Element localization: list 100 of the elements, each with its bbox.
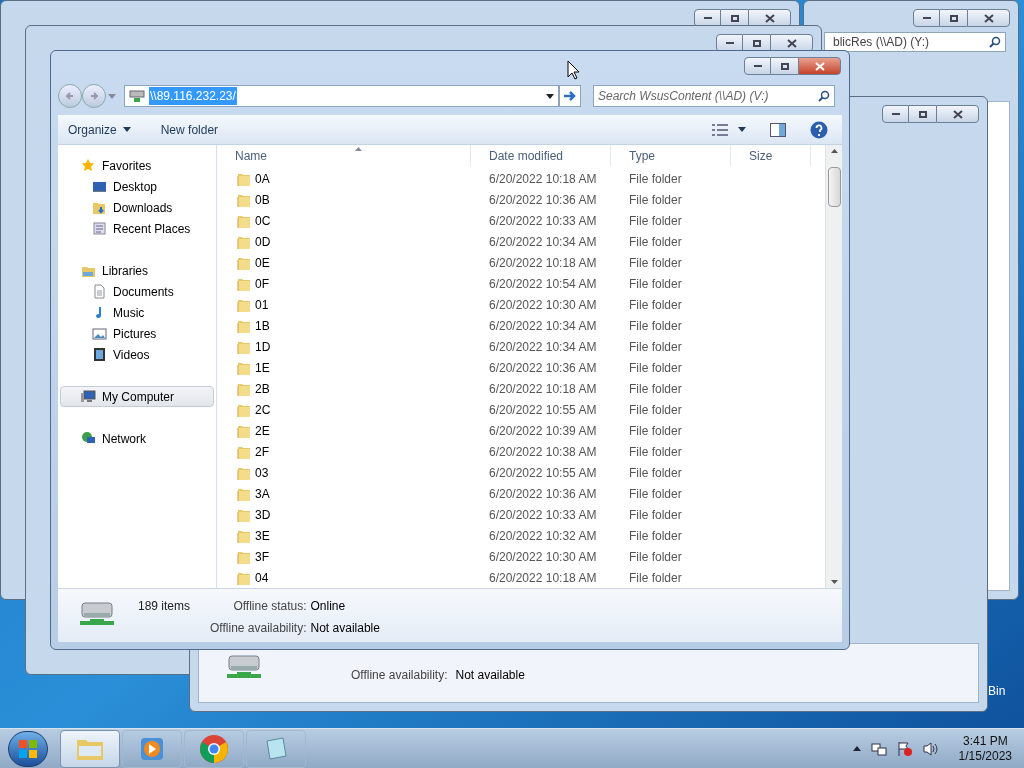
file-type: File folder <box>628 191 683 209</box>
file-name[interactable]: 01 <box>255 295 269 314</box>
scroll-down-icon[interactable] <box>830 580 838 584</box>
monitor-icon <box>92 179 107 194</box>
column-header[interactable]: Size <box>731 145 811 166</box>
file-name[interactable]: 0B <box>255 190 270 209</box>
network-drive-icon <box>129 89 145 103</box>
back-arrow-icon <box>65 91 75 101</box>
minimize-button[interactable] <box>744 57 771 75</box>
taskbar-button[interactable] <box>184 729 244 768</box>
file-name[interactable]: 0C <box>255 211 271 230</box>
file-type: File folder <box>628 233 683 251</box>
file-type: File folder <box>628 569 683 587</box>
file-name[interactable]: 04 <box>255 568 269 587</box>
date-modified: 6/20/2022 10:18 AM <box>488 569 598 587</box>
nav-item[interactable]: Pictures <box>60 323 214 344</box>
column-header[interactable]: Type <box>611 145 731 166</box>
close-button[interactable] <box>936 105 979 123</box>
file-name[interactable]: 2E <box>255 421 270 440</box>
file-name[interactable]: 03 <box>255 463 269 482</box>
minimize-button[interactable] <box>913 9 940 27</box>
date-modified: 6/20/2022 10:55 AM <box>488 401 598 419</box>
file-name[interactable]: 0D <box>255 232 271 251</box>
nav-item[interactable]: Videos <box>60 344 214 365</box>
nav-item[interactable]: Favorites <box>60 155 214 176</box>
search-field[interactable]: Search WsusContent (\\AD) (V:) <box>593 85 835 107</box>
browser-icon <box>199 733 229 764</box>
file-type: File folder <box>628 443 683 461</box>
file-name[interactable]: 3A <box>255 484 270 503</box>
nav-item[interactable]: Documents <box>60 281 214 302</box>
maximize-button[interactable] <box>909 105 936 123</box>
status-value: Not available <box>455 667 525 684</box>
maximize-button[interactable] <box>940 9 967 27</box>
organize-menu[interactable]: Organize <box>68 120 131 139</box>
nav-item[interactable]: My Computer <box>60 386 214 407</box>
view-list-icon[interactable] <box>712 123 728 136</box>
forward-arrow-icon <box>89 91 99 101</box>
status-value: Online <box>310 598 347 615</box>
nav-item[interactable]: Libraries <box>60 260 214 281</box>
date-modified: 6/20/2022 10:55 AM <box>488 464 598 482</box>
download-folder-icon <box>92 200 107 215</box>
file-name[interactable]: 1B <box>255 316 270 335</box>
preview-pane-icon[interactable] <box>770 122 786 137</box>
item-count: 189 items <box>138 598 191 615</box>
file-name[interactable]: 0E <box>255 253 270 272</box>
date-modified: 6/20/2022 10:39 AM <box>488 422 598 440</box>
date-modified: 6/20/2022 10:36 AM <box>488 485 598 503</box>
help-icon[interactable] <box>810 120 828 139</box>
file-type: File folder <box>628 401 683 419</box>
column-header[interactable]: Date modified <box>471 145 611 166</box>
start-button[interactable] <box>8 730 48 767</box>
file-name[interactable]: 0F <box>255 274 269 293</box>
file-type: File folder <box>628 422 683 440</box>
sort-arrow-icon <box>355 147 362 151</box>
flag-icon[interactable] <box>896 740 913 757</box>
date-modified: 6/20/2022 10:36 AM <box>488 191 598 209</box>
clock-time[interactable]: 3:41 PM <box>962 733 1008 749</box>
file-name[interactable]: 3F <box>255 547 269 566</box>
date-modified: 6/20/2022 10:36 AM <box>488 359 598 377</box>
date-modified: 6/20/2022 10:32 AM <box>488 527 598 545</box>
close-button[interactable] <box>967 9 1010 27</box>
dropdown-arrow-icon <box>546 93 554 99</box>
file-name[interactable]: 2F <box>255 442 269 461</box>
file-name[interactable]: 2C <box>255 400 271 419</box>
taskbar-button[interactable] <box>60 729 120 768</box>
file-type: File folder <box>628 338 683 356</box>
file-name[interactable]: 0A <box>255 169 270 188</box>
toolbar-button[interactable]: New folder <box>160 120 219 139</box>
scroll-up-icon[interactable] <box>830 149 838 153</box>
network-icon[interactable] <box>870 740 887 757</box>
close-button[interactable] <box>798 57 841 75</box>
file-name[interactable]: 2B <box>255 379 270 398</box>
nav-item[interactable]: Downloads <box>60 197 214 218</box>
star-icon <box>81 158 96 173</box>
show-hidden-icons-icon[interactable] <box>852 746 861 751</box>
nav-item[interactable]: Music <box>60 302 214 323</box>
vertical-scrollbar[interactable] <box>825 145 842 588</box>
date-modified: 6/20/2022 10:54 AM <box>488 275 598 293</box>
nav-item[interactable]: Desktop <box>60 176 214 197</box>
date-modified: 6/20/2022 10:34 AM <box>488 317 598 335</box>
file-name[interactable]: 1D <box>255 337 271 356</box>
nav-item[interactable]: Recent Places <box>60 218 214 239</box>
search-icon <box>818 90 830 102</box>
speaker-icon[interactable] <box>922 740 939 757</box>
file-name[interactable]: 3D <box>255 505 271 524</box>
status-value: Not available <box>310 620 380 637</box>
nav-item[interactable]: Network <box>60 428 214 449</box>
search-field[interactable]: blicRes (\\AD) (Y:) <box>824 32 1006 52</box>
caret-icon[interactable] <box>738 127 746 132</box>
clock-date[interactable]: 1/15/2023 <box>958 748 1012 764</box>
search-icon <box>989 36 1001 48</box>
file-type: File folder <box>628 275 683 293</box>
scroll-thumb[interactable] <box>827 167 841 207</box>
date-modified: 6/20/2022 10:34 AM <box>488 233 598 251</box>
file-name[interactable]: 1E <box>255 358 270 377</box>
file-name[interactable]: 3E <box>255 526 270 545</box>
minimize-button[interactable] <box>882 105 909 123</box>
caret-icon <box>108 93 116 99</box>
maximize-button[interactable] <box>771 57 798 75</box>
go-button[interactable] <box>559 85 581 107</box>
